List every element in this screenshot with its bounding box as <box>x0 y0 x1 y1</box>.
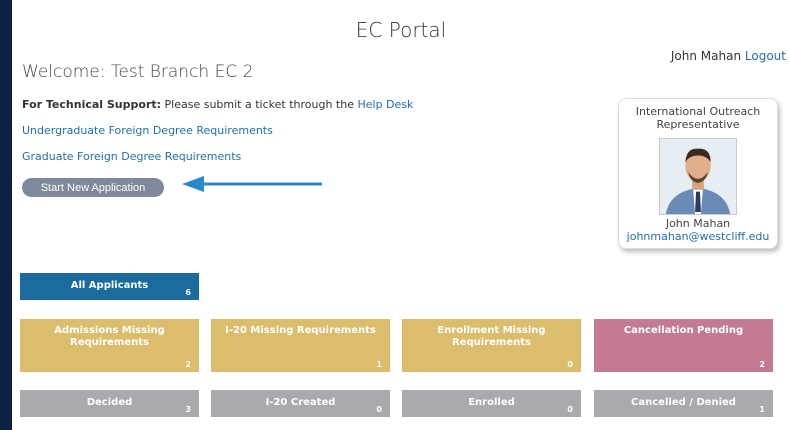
user-name: John Mahan <box>670 49 742 63</box>
tile-enrolled[interactable]: Enrolled 0 <box>402 390 581 417</box>
tile-count: 6 <box>185 288 191 297</box>
logout-link[interactable]: Logout <box>745 49 786 63</box>
tile-count: 1 <box>376 360 382 369</box>
tile-count: 0 <box>567 405 573 414</box>
tile-label: I-20 Created <box>265 397 336 408</box>
tile-label: Enrollment Missing Requirements <box>437 325 546 348</box>
tech-support-label: For Technical Support: <box>22 98 162 111</box>
tech-support-text: Please submit a ticket through the <box>161 98 358 111</box>
representative-name: John Mahan <box>665 217 731 230</box>
tile-i20-missing-requirements[interactable]: I-20 Missing Requirements 1 <box>211 319 390 372</box>
tile-count: 3 <box>185 405 191 414</box>
user-bar: John Mahan Logout <box>671 49 786 63</box>
representative-card: International Outreach Representative Jo… <box>618 98 778 249</box>
representative-title: International Outreach Representative <box>635 105 761 131</box>
tile-count: 0 <box>567 360 573 369</box>
tile-i20-created[interactable]: I-20 Created 0 <box>211 390 390 417</box>
welcome-heading: Welcome: Test Branch EC 2 <box>22 62 254 82</box>
tile-label: Enrolled <box>468 397 515 408</box>
tech-support-line: For Technical Support: Please submit a t… <box>22 98 413 111</box>
tile-label: Cancelled / Denied <box>631 397 736 408</box>
tile-cancellation-pending[interactable]: Cancellation Pending 2 <box>594 319 773 372</box>
tile-label: I-20 Missing Requirements <box>225 325 376 336</box>
page: EC Portal John Mahan Logout Welcome: Tes… <box>12 0 790 430</box>
arrow-left-icon <box>182 176 322 192</box>
tile-cancelled-denied[interactable]: Cancelled / Denied 1 <box>594 390 773 417</box>
representative-photo <box>659 138 737 215</box>
tile-label: Admissions Missing Requirements <box>54 325 165 348</box>
representative-email-link[interactable]: johnmahan@westcliff.edu <box>619 230 777 243</box>
page-title: EC Portal <box>355 18 447 42</box>
tile-count: 0 <box>376 405 382 414</box>
graduate-requirements-link[interactable]: Graduate Foreign Degree Requirements <box>22 150 241 163</box>
undergraduate-requirements-link[interactable]: Undergraduate Foreign Degree Requirement… <box>22 124 273 137</box>
tile-admissions-missing-requirements[interactable]: Admissions Missing Requirements 2 <box>20 319 199 372</box>
tile-decided[interactable]: Decided 3 <box>20 390 199 417</box>
tile-count: 2 <box>759 360 765 369</box>
tile-label: Cancellation Pending <box>623 325 744 336</box>
tile-enrollment-missing-requirements[interactable]: Enrollment Missing Requirements 0 <box>402 319 581 372</box>
tile-label: All Applicants <box>70 280 149 291</box>
help-desk-link[interactable]: Help Desk <box>357 98 413 111</box>
start-new-application-button[interactable]: Start New Application <box>22 178 164 197</box>
tile-count: 2 <box>185 360 191 369</box>
tile-label: Decided <box>86 397 133 408</box>
tile-count: 1 <box>759 405 765 414</box>
tile-all-applicants[interactable]: All Applicants 6 <box>20 273 199 300</box>
